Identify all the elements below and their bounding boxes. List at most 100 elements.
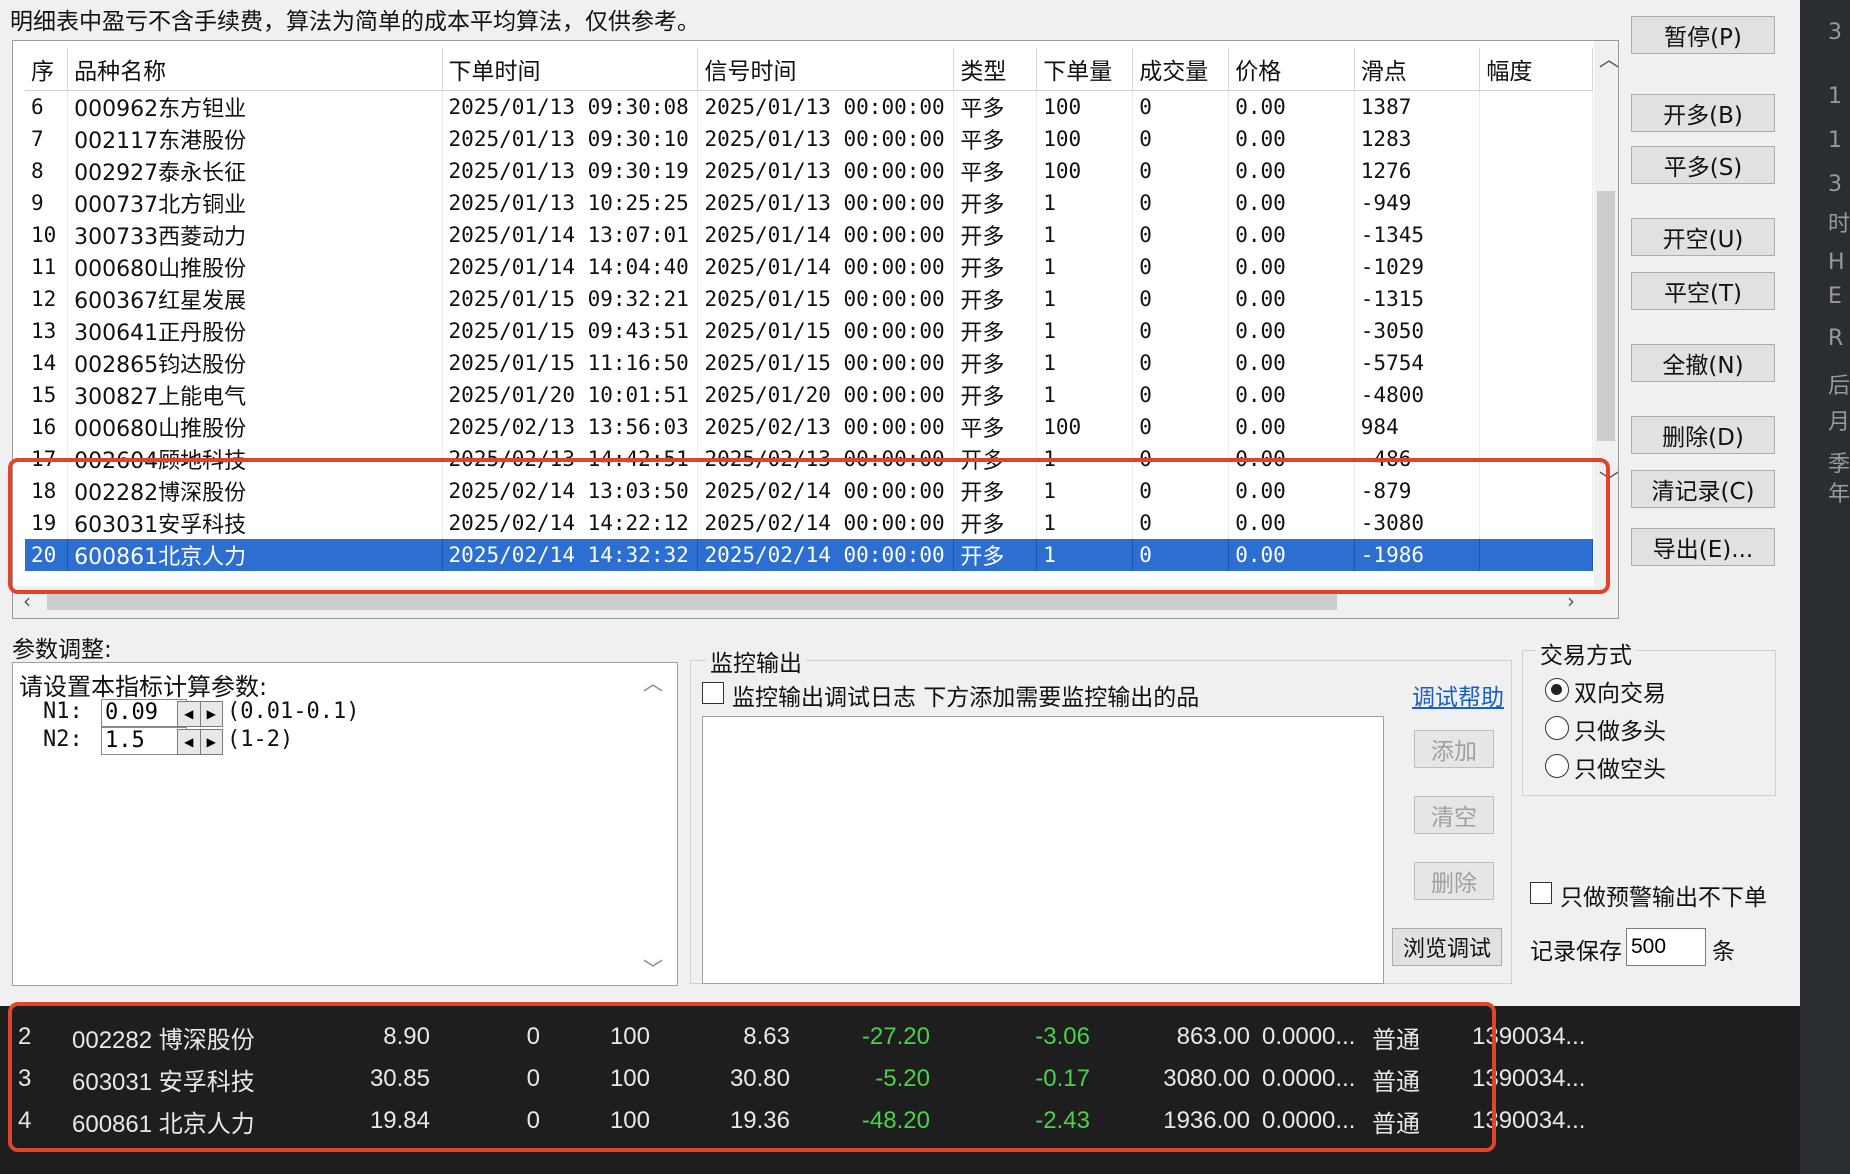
cell-name: 600367红星发展 — [67, 283, 443, 315]
cell-price: 0.00 — [1228, 411, 1355, 443]
cell-slip: -1345 — [1354, 219, 1481, 251]
export-button[interactable]: 导出(E)... — [1631, 528, 1775, 566]
radio-long-only[interactable] — [1545, 716, 1569, 740]
open-short-button[interactable]: 开空(U) — [1631, 218, 1775, 256]
cell-qty: 100 — [1036, 90, 1134, 123]
cell-signal-time: 2025/01/15 00:00:00 — [697, 347, 955, 379]
close-short-button[interactable]: 平空(T) — [1631, 272, 1775, 310]
edge-char: R — [1828, 326, 1844, 351]
cell-signal-time: 2025/01/14 00:00:00 — [697, 219, 955, 251]
edge-char: 3 — [1828, 172, 1842, 197]
monitor-delete-button[interactable]: 删除 — [1414, 862, 1494, 900]
col-header-order-time[interactable]: 下单时间 — [442, 48, 699, 91]
vertical-scroll-thumb[interactable] — [1597, 191, 1615, 441]
alert-only-label: 只做预警输出不下单 — [1560, 885, 1767, 911]
n1-label: N1: — [43, 699, 83, 724]
spin-left-icon[interactable]: ◀ — [178, 730, 201, 754]
col-header-range[interactable]: 幅度 — [1479, 48, 1593, 91]
table-row[interactable]: 15 300827上能电气 2025/01/20 10:01:51 2025/01/2… — [25, 379, 1593, 411]
n2-label: N2: — [43, 727, 83, 752]
table-row[interactable]: 16 000680山推股份 2025/02/13 13:56:03 2025/02/1… — [25, 411, 1593, 443]
table-row[interactable]: 13 300641正丹股份 2025/01/15 09:43:51 2025/01/1… — [25, 315, 1593, 347]
cell-signal-time: 2025/01/15 00:00:00 — [697, 315, 955, 347]
table-header-row: 序 品种名称 下单时间 信号时间 类型 下单量 成交量 价格 滑点 幅度 — [25, 48, 1593, 91]
col-header-filled-qty[interactable]: 成交量 — [1132, 48, 1230, 91]
record-keep-label: 记录保存 — [1530, 939, 1622, 965]
col-header-signal-time[interactable]: 信号时间 — [697, 48, 955, 91]
spin-left-icon[interactable]: ◀ — [178, 702, 201, 726]
cell-filled: 0 — [1132, 379, 1230, 411]
n2-spinner[interactable]: ◀ ▶ — [177, 729, 223, 755]
monitor-list[interactable] — [702, 716, 1384, 984]
table-row[interactable]: 10 300733西菱动力 2025/01/14 13:07:01 2025/01/1… — [25, 219, 1593, 251]
cell-name: 000680山推股份 — [67, 251, 443, 283]
cell-range — [1479, 187, 1593, 219]
cell-filled: 0 — [1132, 315, 1230, 347]
pause-button[interactable]: 暂停(P) — [1631, 16, 1775, 54]
cell-slip: -4800 — [1354, 379, 1481, 411]
cell-range — [1479, 251, 1593, 283]
col-header-slippage[interactable]: 滑点 — [1354, 48, 1481, 91]
cell-slip: 1387 — [1354, 90, 1481, 123]
cell-order-time: 2025/02/13 13:56:03 — [442, 411, 699, 443]
cell-type: 平多 — [953, 411, 1038, 443]
spin-right-icon[interactable]: ▶ — [201, 702, 223, 726]
cell-type: 开多 — [953, 283, 1038, 315]
cell-qty: 100 — [1036, 411, 1134, 443]
edge-char: 1 — [1828, 84, 1842, 109]
col-header-price[interactable]: 价格 — [1228, 48, 1355, 91]
radio-long-only-label: 只做多头 — [1574, 719, 1666, 745]
n1-spinner[interactable]: ◀ ▶ — [177, 701, 223, 727]
n1-input[interactable]: 0.09 — [101, 699, 187, 727]
cell-signal-time: 2025/01/20 00:00:00 — [697, 379, 955, 411]
cell-idx: 7 — [25, 123, 69, 155]
table-row[interactable]: 14 002865钧达股份 2025/01/15 11:16:50 2025/01/1… — [25, 347, 1593, 379]
cell-idx: 8 — [25, 155, 69, 187]
params-scroll-down-icon[interactable]: ﹀ — [643, 953, 663, 982]
cell-slip: 1283 — [1354, 123, 1481, 155]
cell-name: 300641正丹股份 — [67, 315, 443, 347]
record-keep-input[interactable]: 500 — [1626, 928, 1706, 966]
params-scroll-up-icon[interactable]: ︿ — [643, 667, 663, 696]
clear-records-button[interactable]: 清记录(C) — [1631, 470, 1775, 508]
table-row[interactable]: 11 000680山推股份 2025/01/14 14:04:40 2025/01/1… — [25, 251, 1593, 283]
col-header-type[interactable]: 类型 — [953, 48, 1038, 91]
close-long-button[interactable]: 平多(S) — [1631, 146, 1775, 184]
spin-right-icon[interactable]: ▶ — [201, 730, 223, 754]
cell-type: 平多 — [953, 155, 1038, 187]
cell-range — [1479, 155, 1593, 187]
radio-both-directions[interactable] — [1545, 678, 1569, 702]
cell-order-time: 2025/01/15 09:32:21 — [442, 283, 699, 315]
cell-idx: 13 — [25, 315, 69, 347]
n2-input[interactable]: 1.5 — [101, 727, 187, 755]
alert-only-checkbox[interactable] — [1530, 882, 1552, 904]
horizontal-scroll-thumb[interactable] — [47, 594, 1337, 610]
col-header-order-qty[interactable]: 下单量 — [1036, 48, 1134, 91]
cell-name: 002865钧达股份 — [67, 347, 443, 379]
browse-debug-button[interactable]: 浏览调试 — [1392, 928, 1502, 966]
table-row[interactable]: 8 002927泰永长征 2025/01/13 09:30:19 2025/01/13… — [25, 155, 1593, 187]
params-prompt: 请设置本指标计算参数: — [19, 673, 268, 701]
edge-char: 3 — [1828, 20, 1842, 45]
monitor-label: 监控输出 — [706, 644, 806, 678]
cancel-all-button[interactable]: 全撤(N) — [1631, 344, 1775, 382]
open-long-button[interactable]: 开多(B) — [1631, 94, 1775, 132]
cell-order-time: 2025/01/13 09:30:08 — [442, 90, 699, 123]
col-header-index[interactable]: 序 — [25, 48, 69, 91]
monitor-add-button[interactable]: 添加 — [1414, 730, 1494, 768]
cell-signal-time: 2025/01/13 00:00:00 — [697, 187, 955, 219]
cell-filled: 0 — [1132, 123, 1230, 155]
radio-short-only[interactable] — [1545, 754, 1569, 778]
delete-button[interactable]: 删除(D) — [1631, 416, 1775, 454]
scroll-up-arrow-icon[interactable]: ︿ — [1599, 43, 1618, 72]
debug-help-link[interactable]: 调试帮助 — [1412, 678, 1504, 712]
table-row[interactable]: 12 600367红星发展 2025/01/15 09:32:21 2025/01/1… — [25, 283, 1593, 315]
table-row[interactable]: 9 000737北方铜业 2025/01/13 10:25:25 2025/01/13… — [25, 187, 1593, 219]
cell-order-time: 2025/01/13 10:25:25 — [442, 187, 699, 219]
col-header-name[interactable]: 品种名称 — [67, 48, 443, 91]
table-row[interactable]: 6 000962东方钽业 2025/01/13 09:30:08 2025/01/13… — [25, 90, 1593, 123]
table-row[interactable]: 7 002117东港股份 2025/01/13 09:30:10 2025/01/13… — [25, 123, 1593, 155]
cell-name: 300827上能电气 — [67, 379, 443, 411]
monitor-clear-button[interactable]: 清空 — [1414, 796, 1494, 834]
monitor-log-checkbox[interactable] — [702, 682, 724, 704]
